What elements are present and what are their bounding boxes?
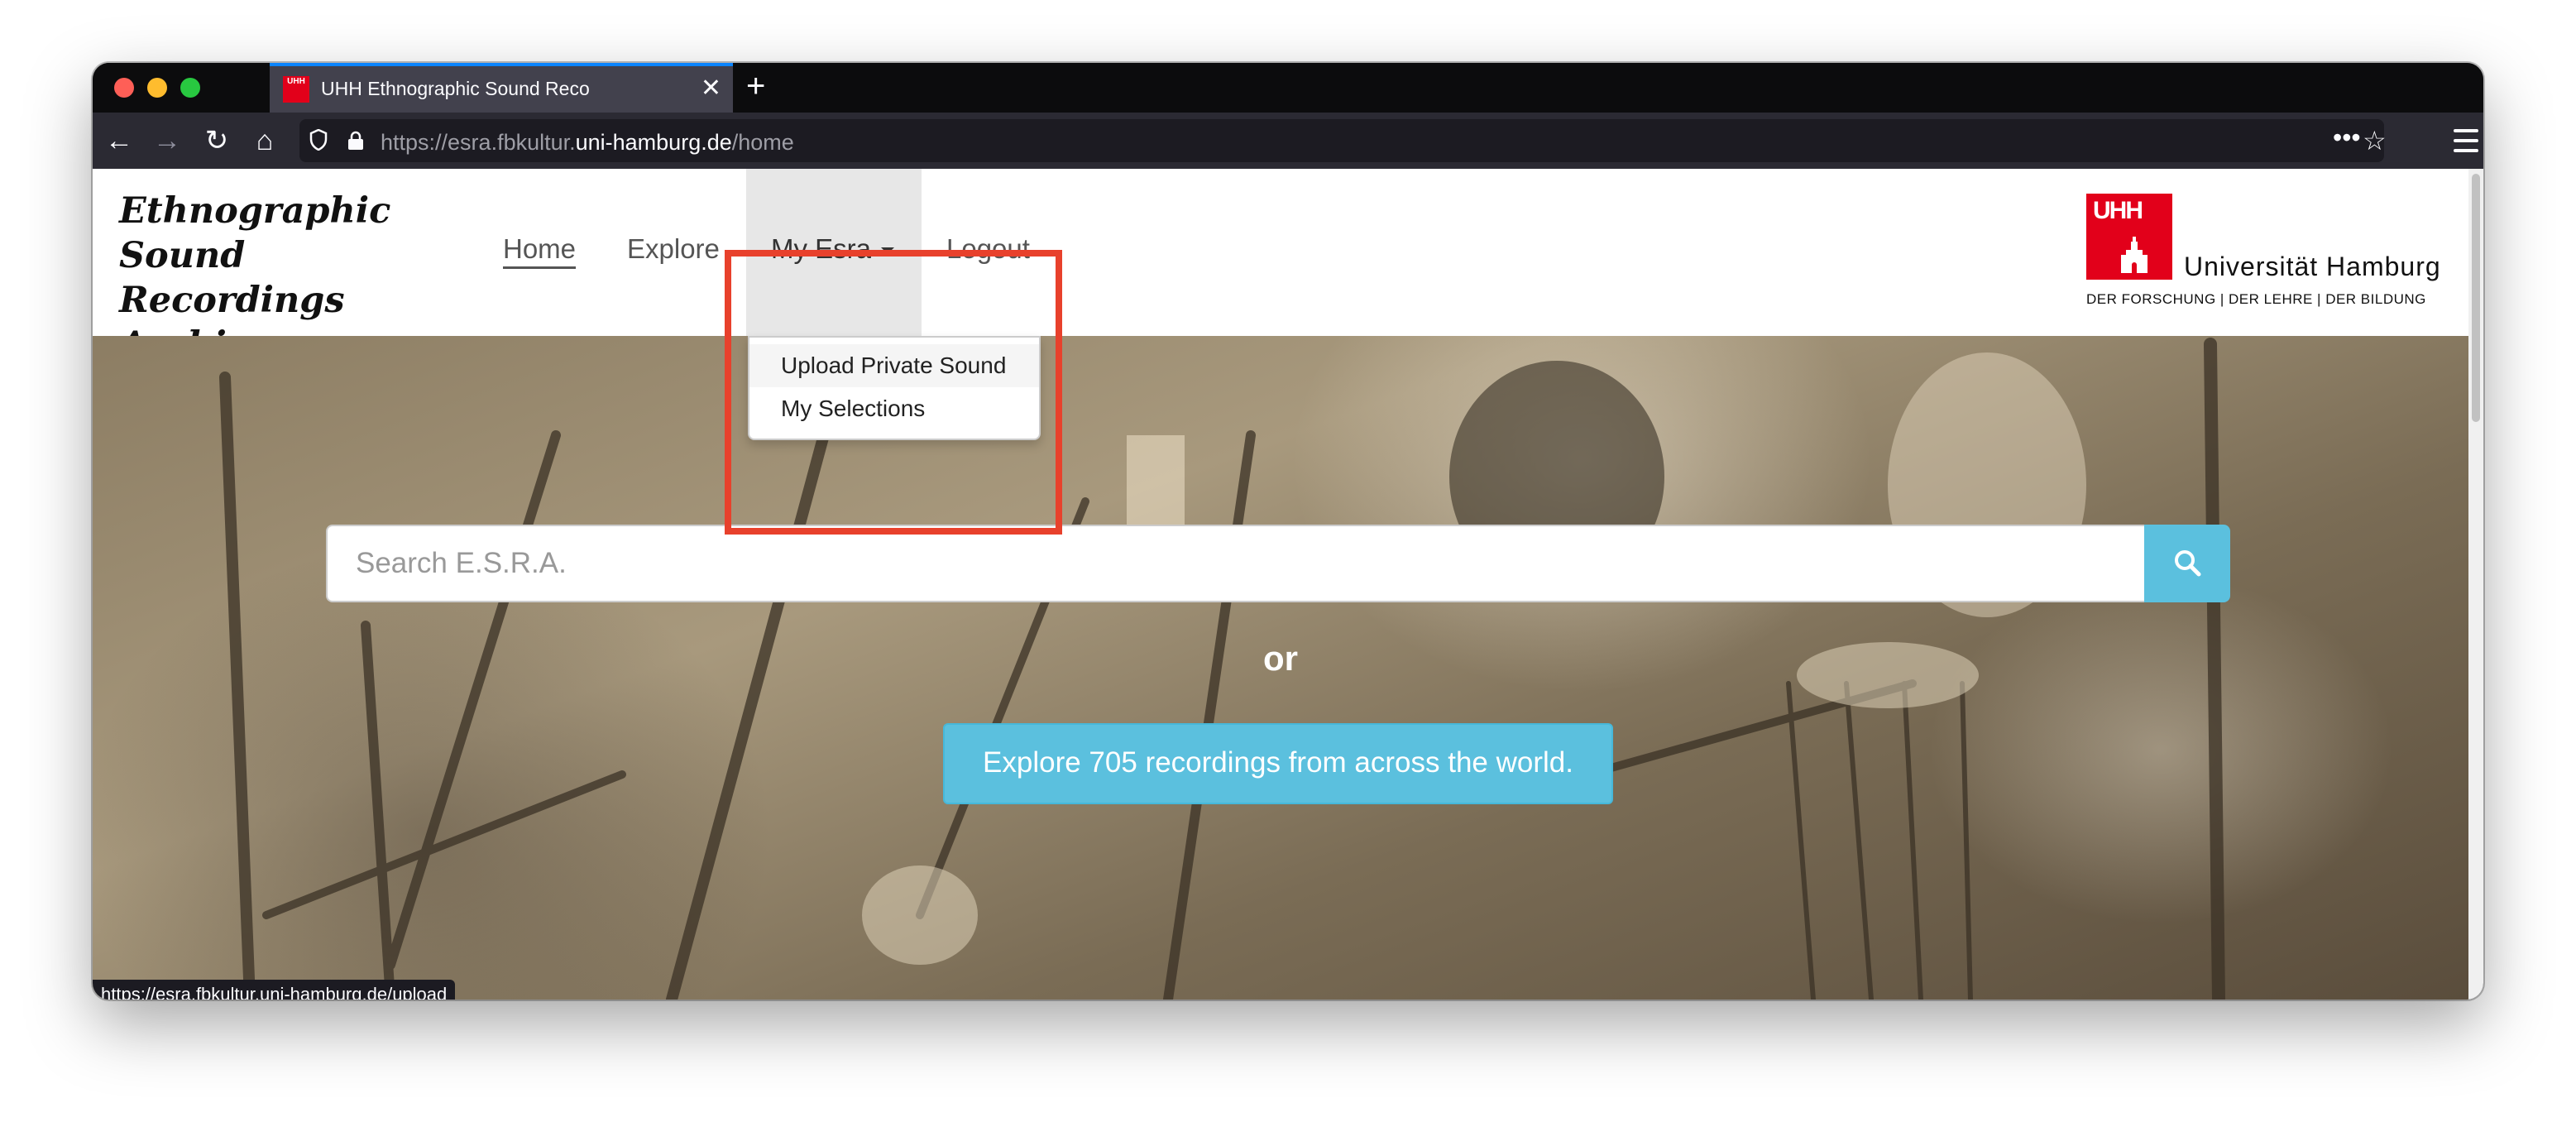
or-separator: or: [1263, 639, 1298, 678]
shield-icon[interactable]: [309, 129, 328, 151]
back-icon[interactable]: ←: [101, 122, 137, 159]
link-status-tooltip: https://esra.fbkultur.uni-hamburg.de/upl…: [93, 980, 456, 1000]
hero-section: or Explore 705 recordings from across th…: [93, 336, 2468, 1000]
caret-down-icon: [881, 247, 895, 255]
url-host: uni-hamburg.de: [575, 130, 732, 155]
brand-line: Ethnographic: [119, 190, 391, 232]
search-icon: [2175, 549, 2201, 576]
bookmark-star-icon[interactable]: ☆: [2363, 126, 2387, 156]
explore-recordings-button[interactable]: Explore 705 recordings from across the w…: [943, 723, 1613, 804]
home-icon[interactable]: ⌂: [247, 122, 283, 159]
nav-home-link[interactable]: Home: [503, 233, 576, 265]
minimize-window-button[interactable]: [147, 78, 167, 98]
search-button[interactable]: [2144, 525, 2230, 602]
url-text: https://esra.fbkultur.uni-hamburg.de/hom…: [381, 130, 794, 156]
zoom-window-button[interactable]: [180, 78, 200, 98]
uhh-logo[interactable]: UHH Universität Hamburg DER FORSCHUNG | …: [2086, 194, 2450, 318]
url-path: /home: [731, 130, 794, 155]
menu-item-my-selections[interactable]: My Selections: [749, 387, 1039, 430]
lock-icon[interactable]: [346, 131, 366, 151]
forward-icon[interactable]: →: [149, 122, 185, 159]
brand-line: Sound Recordings: [119, 235, 345, 321]
scrollbar-thumb[interactable]: [2472, 174, 2480, 422]
close-icon[interactable]: ✕: [701, 74, 721, 103]
web-page: Ethnographic Sound Recordings Archive Ho…: [93, 169, 2468, 1000]
browser-window: UHH UHH Ethnographic Sound Reco ✕ + ← → …: [93, 63, 2483, 1000]
castle-icon: [2121, 237, 2147, 273]
reload-icon[interactable]: ↻: [199, 122, 235, 159]
favicon-icon: UHH: [283, 76, 309, 103]
uhh-logo-mark: UHH: [2086, 194, 2172, 280]
uhh-letters: UHH: [2093, 197, 2143, 224]
url-prefix: https://esra.fbkultur.: [381, 130, 576, 155]
page-scrollbar[interactable]: [2468, 169, 2483, 1000]
close-window-button[interactable]: [114, 78, 134, 98]
uhh-tagline: DER FORSCHUNG | DER LEHRE | DER BILDUNG: [2086, 291, 2426, 307]
address-bar[interactable]: https://esra.fbkultur.uni-hamburg.de/hom…: [299, 119, 2387, 162]
nav-logout-link[interactable]: Logout: [946, 233, 1030, 265]
more-icon[interactable]: •••: [2333, 122, 2361, 152]
menu-item-upload-private-sound[interactable]: Upload Private Sound: [749, 344, 1039, 387]
uhh-name: Universität Hamburg: [2184, 252, 2441, 281]
nav-my-esra-label: My Esra: [771, 233, 872, 264]
tab-strip: UHH UHH Ethnographic Sound Reco ✕ +: [93, 63, 2483, 113]
site-header: Ethnographic Sound Recordings Archive Ho…: [93, 169, 2468, 366]
plus-icon[interactable]: +: [746, 66, 765, 106]
navigation-toolbar: ← → ↻ ⌂ https://esra.fbkultur.uni-hambur…: [93, 113, 2483, 169]
search-group: [326, 525, 2230, 602]
nav-explore-link[interactable]: Explore: [627, 233, 720, 265]
menu-icon[interactable]: [2454, 122, 2478, 159]
search-input[interactable]: [326, 525, 2144, 602]
browser-tab[interactable]: UHH UHH Ethnographic Sound Reco ✕: [270, 63, 733, 113]
tab-title: UHH Ethnographic Sound Reco: [321, 78, 590, 99]
nav-my-esra-dropdown[interactable]: My Esra: [771, 233, 895, 265]
my-esra-dropdown-menu: Upload Private Sound My Selections: [748, 336, 1041, 440]
